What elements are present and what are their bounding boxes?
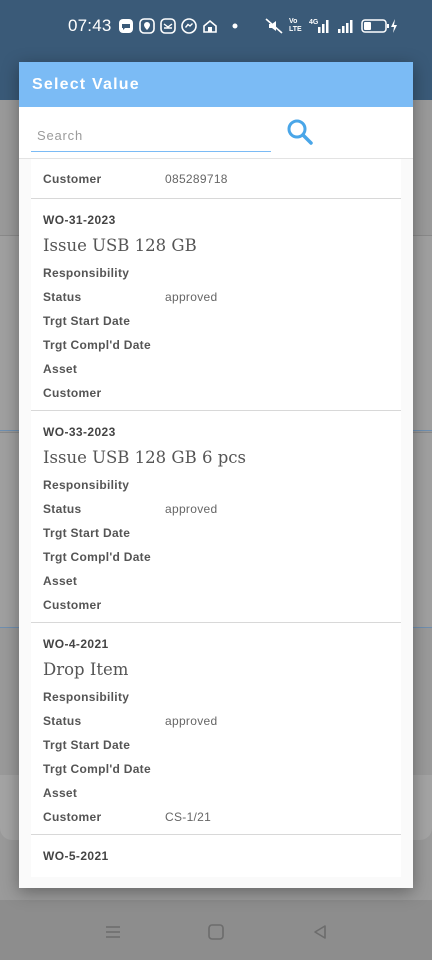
back-triangle-icon: [314, 925, 326, 939]
select-value-dialog: Select Value Customer 085289718 WO-31-20…: [19, 62, 413, 888]
dialog-header: Select Value: [19, 62, 413, 107]
status-bar: 07:43 Vo LTE 4G: [0, 0, 432, 54]
battery-icon: [361, 17, 401, 35]
search-input[interactable]: [31, 120, 271, 152]
field-value-status: approved: [165, 502, 218, 516]
list-item[interactable]: Customer 085289718: [31, 159, 401, 199]
home-icon: [202, 18, 218, 34]
search-bar: [19, 107, 413, 159]
list-item[interactable]: WO-31-2023 Issue USB 128 GB Responsibili…: [31, 199, 401, 411]
field-label-start-date: Trgt Start Date: [43, 738, 131, 752]
field-label-start-date: Trgt Start Date: [43, 526, 131, 540]
field-label-responsibility: Responsibility: [43, 690, 130, 704]
signal-4g-icon: 4G: [309, 17, 331, 35]
field-label-customer: Customer: [43, 386, 102, 400]
field-label-customer: Customer: [43, 598, 102, 612]
field-label-customer: Customer: [43, 810, 102, 824]
message-icon: [118, 18, 134, 34]
navigation-bar: [0, 905, 432, 960]
back-button[interactable]: [311, 923, 329, 946]
field-label-asset: Asset: [43, 574, 78, 588]
field-label-responsibility: Responsibility: [43, 266, 130, 280]
search-button[interactable]: [285, 117, 315, 147]
field-label-start-date: Trgt Start Date: [43, 314, 131, 328]
list-item[interactable]: WO-5-2021: [31, 835, 401, 877]
dot-icon: [227, 18, 243, 34]
field-label-status: Status: [43, 714, 82, 728]
field-label-asset: Asset: [43, 362, 78, 376]
field-label-status: Status: [43, 290, 82, 304]
field-label-status: Status: [43, 502, 82, 516]
status-time: 07:43: [68, 16, 112, 35]
field-label-asset: Asset: [43, 786, 78, 800]
work-order-id: WO-4-2021: [43, 637, 109, 651]
field-value-customer: 085289718: [165, 172, 228, 186]
field-label-responsibility: Responsibility: [43, 478, 130, 492]
work-order-title: Drop Item: [43, 660, 129, 679]
square-icon: [208, 924, 224, 940]
field-value-customer: CS-1/21: [165, 810, 212, 824]
maps-icon: [139, 18, 155, 34]
search-icon: [287, 119, 313, 145]
messenger-icon: [181, 18, 197, 34]
signal-icon: [337, 17, 355, 35]
field-row: Customer 085289718: [43, 167, 401, 191]
home-button[interactable]: [207, 923, 225, 946]
menu-button[interactable]: [104, 923, 122, 946]
menu-icon: [106, 926, 120, 938]
work-order-title: Issue USB 128 GB 6 pcs: [43, 448, 246, 467]
work-order-id: WO-31-2023: [43, 213, 116, 227]
work-order-id: WO-5-2021: [43, 849, 109, 863]
results-list[interactable]: Customer 085289718 WO-31-2023 Issue USB …: [31, 159, 401, 877]
field-label-compl-date: Trgt Compl'd Date: [43, 762, 151, 776]
field-label-compl-date: Trgt Compl'd Date: [43, 338, 151, 352]
work-order-title: Issue USB 128 GB: [43, 236, 197, 255]
field-label-customer: Customer: [43, 172, 102, 186]
list-item[interactable]: WO-33-2023 Issue USB 128 GB 6 pcs Respon…: [31, 411, 401, 623]
mute-icon: [264, 17, 284, 35]
list-item[interactable]: WO-4-2021 Drop Item Responsibility Statu…: [31, 623, 401, 835]
email-icon: [160, 18, 176, 34]
work-order-id: WO-33-2023: [43, 425, 116, 439]
volte-label: Vo LTE: [289, 18, 302, 33]
svg-text:4G: 4G: [309, 19, 319, 26]
field-value-status: approved: [165, 290, 218, 304]
field-value-status: approved: [165, 714, 218, 728]
field-label-compl-date: Trgt Compl'd Date: [43, 550, 151, 564]
dialog-title: Select Value: [32, 75, 140, 93]
